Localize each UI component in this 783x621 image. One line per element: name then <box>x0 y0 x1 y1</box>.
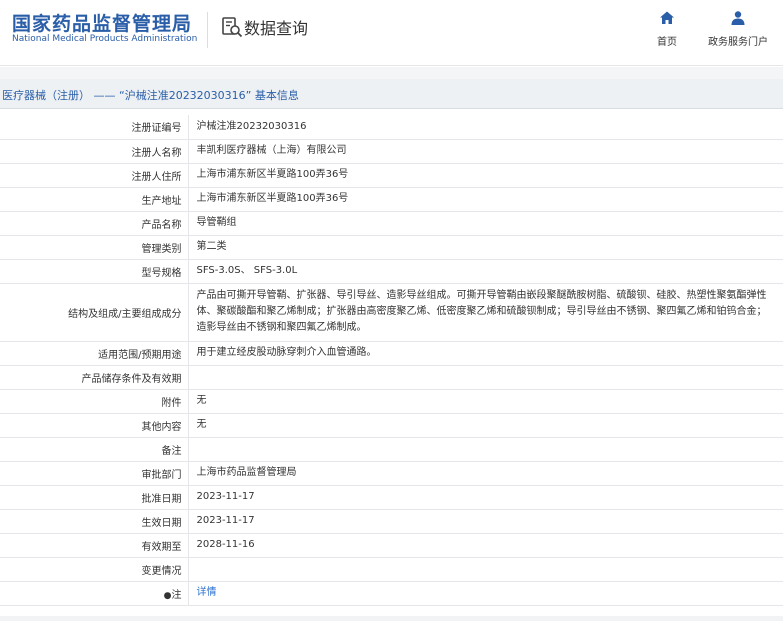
field-label: 产品名称 <box>0 211 189 236</box>
field-label: 其他内容 <box>0 413 189 438</box>
field-value: 2023-11-17 <box>188 485 783 510</box>
table-row: 结构及组成/主要组成成分 产品由可撕开导管鞘、扩张器、导引导丝、造影导丝组成。可撕… <box>0 283 783 342</box>
field-label: 注册人住所 <box>0 163 189 188</box>
field-value: 上海市浦东新区半夏路100弄36号 <box>188 163 783 188</box>
field-label: 备注 <box>0 437 189 462</box>
note-value-cell: 详情 <box>188 581 783 606</box>
table-row: 附件无 <box>0 389 783 414</box>
field-label: 结构及组成/主要组成成分 <box>0 283 189 342</box>
table-row: 注册人住所 上海市浦东新区半夏路100弄36号 <box>0 163 783 188</box>
table-row: 批准日期 2023-11-17 <box>0 485 783 510</box>
page-title: 数据查询 <box>244 19 309 38</box>
note-label-cell: ●注 <box>0 581 189 606</box>
field-label: 附件 <box>0 389 189 414</box>
field-label: 管理类别 <box>0 235 189 260</box>
field-value: SFS-3.0S、 SFS-3.0L <box>188 259 783 284</box>
field-label: 产品储存条件及有效期 <box>0 365 189 390</box>
details-link[interactable]: 详情 <box>197 587 217 598</box>
field-value: 沪械注准20232030316 <box>188 115 783 140</box>
field-label: 变更情况 <box>0 557 189 582</box>
detail-table: 注册证编号 沪械注准20232030316 注册人名称 丰凯利医疗器械（上海）有限公… <box>0 115 783 606</box>
field-value: 上海市浦东新区半夏路100弄36号 <box>188 187 783 212</box>
bullet-icon: ● <box>163 590 172 601</box>
table-row: 注册人名称 丰凯利医疗器械（上海）有限公司 <box>0 139 783 164</box>
table-row: 变更情况 <box>0 557 783 582</box>
table-row: 适用范围/预期用途 用于建立经皮股动脉穿刺介入血管通路。 <box>0 341 783 366</box>
page-bottom-bar <box>0 616 783 621</box>
field-label: 有效期至 <box>0 533 189 558</box>
table-row: 生效日期 2023-11-17 <box>0 509 783 534</box>
breadcrumb-bar: 医疗器械（注册） —— “沪械注准20232030316” 基本信息 <box>0 79 783 109</box>
field-value: 2023-11-17 <box>188 509 783 534</box>
table-row: 备注 <box>0 437 783 462</box>
user-icon <box>731 11 745 25</box>
home-icon <box>660 11 674 24</box>
nav-home-label: 首页 <box>657 37 677 48</box>
field-label: 注册人名称 <box>0 139 189 164</box>
note-row: ●注 详情 <box>0 581 783 606</box>
table-row: 生产地址 上海市浦东新区半夏路100弄36号 <box>0 187 783 212</box>
field-value: 产品由可撕开导管鞘、扩张器、导引导丝、造影导丝组成。可撕开导管鞘由嵌段聚醚酰胺树… <box>188 283 783 342</box>
field-label: 注册证编号 <box>0 115 189 140</box>
site-header: 国家药品监督管理局 National Medical Products Admi… <box>0 0 783 66</box>
field-label: 批准日期 <box>0 485 189 510</box>
table-row: 审批部门 上海市药品监督管理局 <box>0 461 783 486</box>
field-label: 生产地址 <box>0 187 189 212</box>
table-row: 型号规格 SFS-3.0S、 SFS-3.0L <box>0 259 783 284</box>
field-label: 适用范围/预期用途 <box>0 341 189 366</box>
field-value <box>188 365 783 390</box>
table-row: 有效期至 2028-11-16 <box>0 533 783 558</box>
table-row: 管理类别 第二类 <box>0 235 783 260</box>
breadcrumb: 医疗器械（注册） —— “沪械注准20232030316” 基本信息 <box>2 89 299 102</box>
table-row: 注册证编号 沪械注准20232030316 <box>0 115 783 140</box>
data-query-icon <box>222 17 243 38</box>
table-row: 产品名称 导管鞘组 <box>0 211 783 236</box>
field-value: 用于建立经皮股动脉穿刺介入血管通路。 <box>188 341 783 366</box>
field-value: 无 <box>188 389 783 414</box>
field-value: 2028-11-16 <box>188 533 783 558</box>
nav-service-portal[interactable]: 政务服务门户 <box>706 10 770 49</box>
field-value: 导管鞘组 <box>188 211 783 236</box>
field-label: 审批部门 <box>0 461 189 486</box>
nav-service-label: 政务服务门户 <box>708 37 768 48</box>
field-value <box>188 437 783 462</box>
field-value: 上海市药品监督管理局 <box>188 461 783 486</box>
header-spacer <box>0 67 783 79</box>
header-divider <box>207 12 208 48</box>
table-row: 产品储存条件及有效期 <box>0 365 783 390</box>
site-logo-en[interactable]: National Medical Products Administration <box>12 34 197 44</box>
field-value: 丰凯利医疗器械（上海）有限公司 <box>188 139 783 164</box>
field-value: 无 <box>188 413 783 438</box>
field-value: 第二类 <box>188 235 783 260</box>
field-label: 型号规格 <box>0 259 189 284</box>
note-label: 注 <box>171 589 182 601</box>
field-value <box>188 557 783 582</box>
nav-home[interactable]: 首页 <box>652 10 682 49</box>
table-row: 其他内容无 <box>0 413 783 438</box>
site-logo-cn[interactable]: 国家药品监督管理局 <box>12 9 192 36</box>
field-label: 生效日期 <box>0 509 189 534</box>
